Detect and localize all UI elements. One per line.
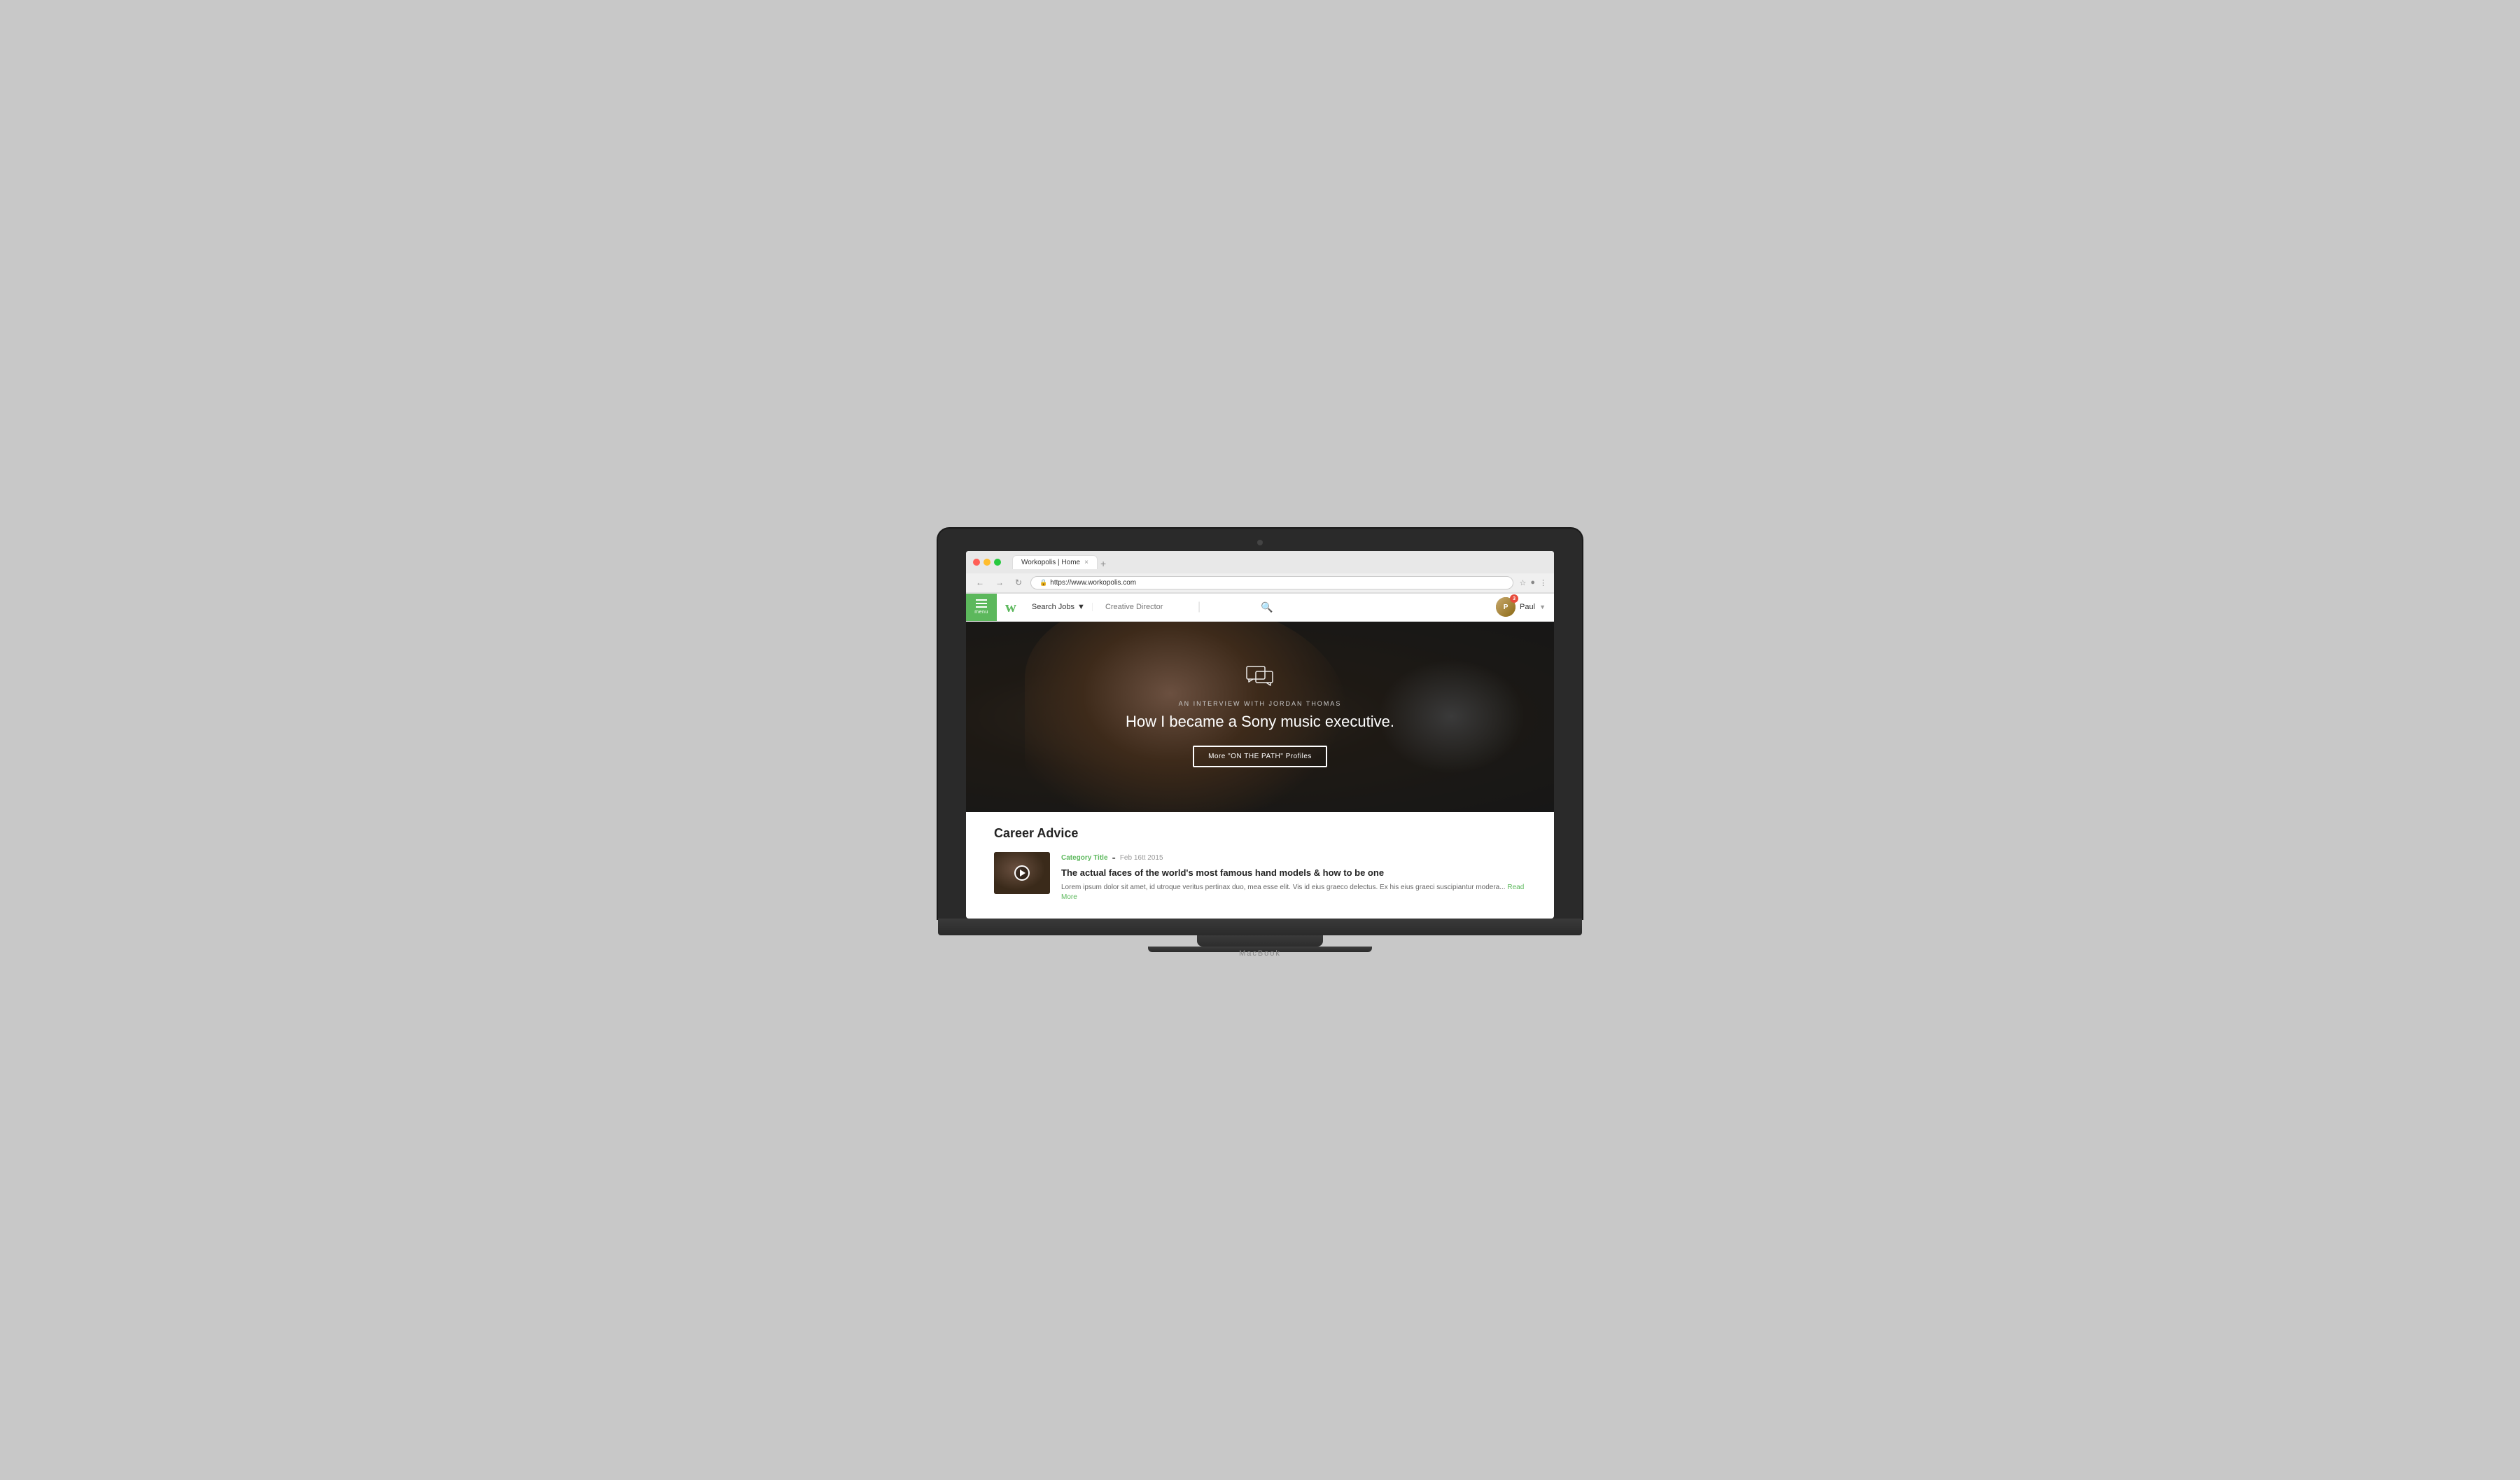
play-button[interactable] <box>1014 865 1030 881</box>
macbook-device: Workopolis | Home × + ← → ↻ 🔒 https://ww… <box>938 529 1582 952</box>
traffic-lights <box>973 559 1001 566</box>
website-content: menu w Search Jobs ▼ | Toronto, ON <box>966 594 1554 916</box>
macbook-hinge <box>938 919 1582 935</box>
user-dropdown-caret-icon: ▼ <box>1539 603 1546 610</box>
avatar: P 3 <box>1496 597 1516 617</box>
url-text: https://www.workopolis.com <box>1050 579 1136 587</box>
hamburger-line-3 <box>976 606 987 608</box>
browser-tab-active[interactable]: Workopolis | Home × <box>1012 555 1098 569</box>
browser-addressbar: ← → ↻ 🔒 https://www.workopolis.com ☆ ● ⋮ <box>966 573 1554 593</box>
article-meta: Category Title - Feb 16tt 2015 <box>1061 852 1526 865</box>
hero-content: AN INTERVIEW WITH JORDAN THOMAS How I be… <box>1112 652 1408 781</box>
maximize-window-button[interactable] <box>994 559 1001 566</box>
bookmark-button[interactable]: ☆ <box>1519 578 1526 587</box>
job-search-input[interactable] <box>1100 603 1198 611</box>
search-submit-button[interactable]: 🔍 <box>1256 601 1277 613</box>
career-advice-section: Career Advice Category Title - Feb 16tt <box>966 812 1554 916</box>
forward-button[interactable]: → <box>993 576 1007 589</box>
logo-text: w <box>1005 599 1016 615</box>
search-icon: 🔍 <box>1261 601 1273 613</box>
close-window-button[interactable] <box>973 559 980 566</box>
more-menu-button[interactable]: ⋮ <box>1539 578 1547 587</box>
browser-titlebar: Workopolis | Home × + <box>966 551 1554 573</box>
site-nav: menu w Search Jobs ▼ | Toronto, ON <box>966 594 1554 622</box>
hero-cta-button[interactable]: More "ON THE PATH" Profiles <box>1193 746 1327 767</box>
tab-bar: Workopolis | Home × + <box>1012 555 1547 569</box>
hamburger-line-2 <box>976 603 987 604</box>
search-jobs-caret-icon: ▼ <box>1077 603 1085 611</box>
search-area: | Toronto, ON 🔍 <box>1093 601 1488 613</box>
tab-title: Workopolis | Home <box>1021 559 1080 566</box>
new-tab-button[interactable]: + <box>1098 558 1109 569</box>
play-icon <box>1020 870 1026 877</box>
chat-icon <box>1126 666 1394 692</box>
browser-actions: ☆ ● ⋮ <box>1519 578 1547 587</box>
refresh-button[interactable]: ↻ <box>1012 576 1025 589</box>
account-button[interactable]: ● <box>1530 578 1535 587</box>
hamburger-line-1 <box>976 599 987 601</box>
macbook-base: MacBook <box>1148 947 1372 952</box>
notification-badge: 3 <box>1510 594 1518 603</box>
article-body: Category Title - Feb 16tt 2015 The actua… <box>1061 852 1526 902</box>
hero-interview-label: AN INTERVIEW WITH JORDAN THOMAS <box>1126 700 1394 707</box>
user-menu[interactable]: P 3 Paul ▼ <box>1488 597 1554 617</box>
hero-title: How I became a Sony music executive. <box>1126 713 1394 731</box>
article-meta-separator: - <box>1112 852 1116 865</box>
hamburger-menu-button[interactable]: menu <box>966 594 997 622</box>
article-card: Category Title - Feb 16tt 2015 The actua… <box>994 852 1526 902</box>
article-excerpt: Lorem ipsum dolor sit amet, id utroque v… <box>1061 883 1526 902</box>
location-search-input[interactable]: Toronto, ON <box>1200 603 1256 611</box>
menu-label: menu <box>974 610 988 615</box>
browser-chrome: Workopolis | Home × + ← → ↻ 🔒 https://ww… <box>966 551 1554 594</box>
tab-close-button[interactable]: × <box>1084 559 1088 566</box>
career-advice-title: Career Advice <box>994 826 1526 841</box>
search-jobs-dropdown[interactable]: Search Jobs ▼ <box>1025 603 1093 611</box>
screen: Workopolis | Home × + ← → ↻ 🔒 https://ww… <box>966 551 1554 919</box>
back-button[interactable]: ← <box>973 576 987 589</box>
article-category[interactable]: Category Title <box>1061 854 1108 862</box>
ssl-lock-icon: 🔒 <box>1040 579 1047 587</box>
article-thumbnail <box>994 852 1050 894</box>
excerpt-text: Lorem ipsum dolor sit amet, id utroque v… <box>1061 884 1506 891</box>
macbook-brand-label: MacBook <box>1148 947 1372 961</box>
hero-section: AN INTERVIEW WITH JORDAN THOMAS How I be… <box>966 622 1554 812</box>
address-bar[interactable]: 🔒 https://www.workopolis.com <box>1030 576 1513 589</box>
camera <box>1257 540 1263 545</box>
minimize-window-button[interactable] <box>983 559 990 566</box>
macbook-lid: Workopolis | Home × + ← → ↻ 🔒 https://ww… <box>938 529 1582 919</box>
site-logo[interactable]: w <box>997 599 1025 615</box>
search-jobs-label: Search Jobs <box>1032 603 1074 611</box>
user-name-label: Paul <box>1520 603 1535 611</box>
macbook-stand <box>1197 935 1323 947</box>
article-date: Feb 16tt 2015 <box>1120 854 1163 862</box>
article-title[interactable]: The actual faces of the world's most fam… <box>1061 867 1526 879</box>
